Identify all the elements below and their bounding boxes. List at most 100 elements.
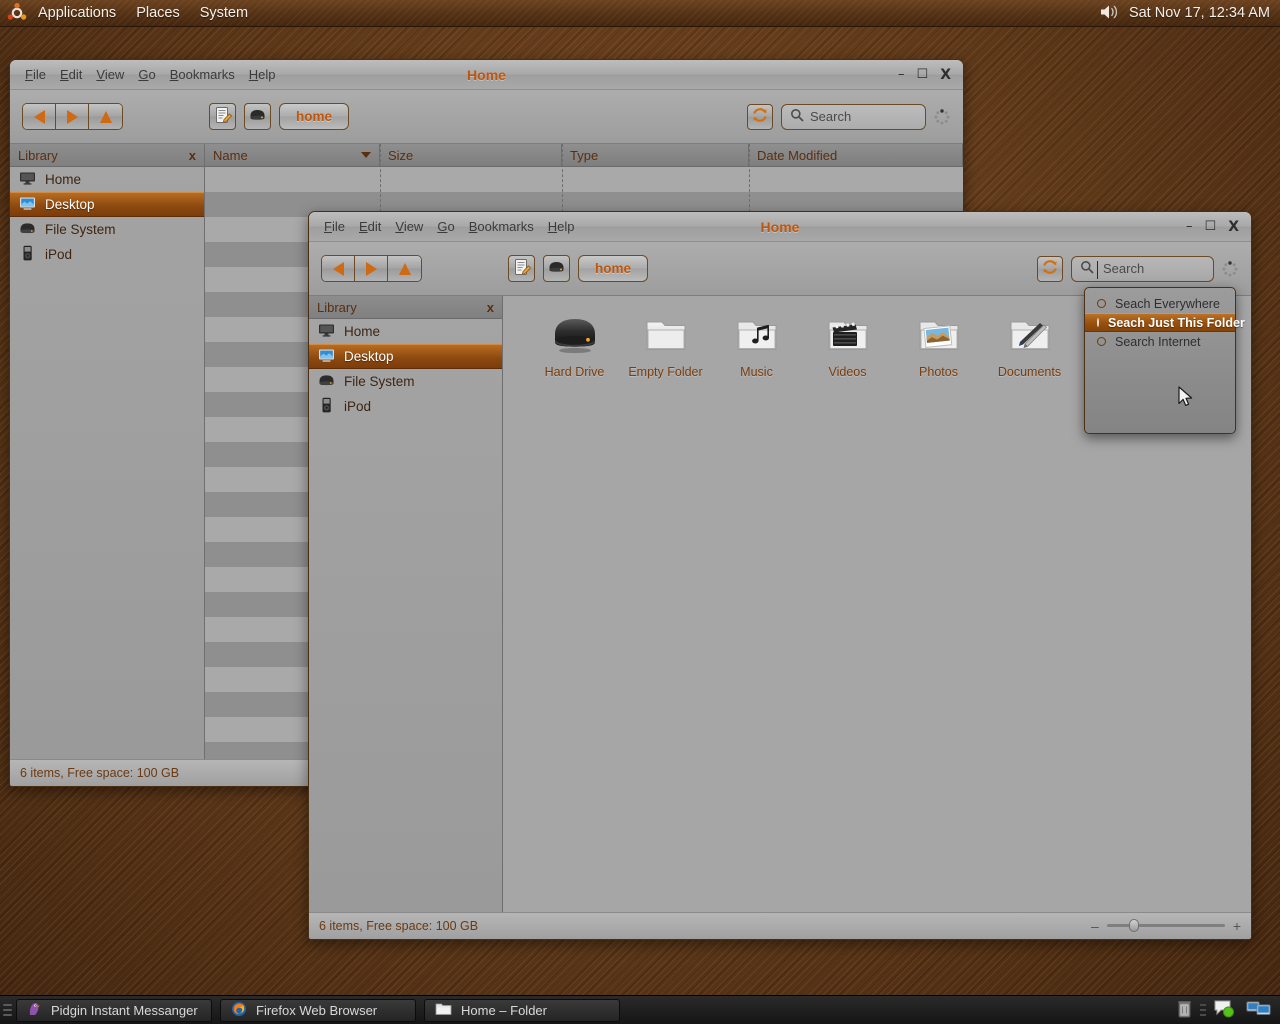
slider-track[interactable] (1106, 919, 1225, 932)
menubar-back[interactable]: File Edit View Go Bookmarks Help (10, 65, 281, 84)
sidebar-item-label: File System (344, 374, 415, 389)
back-button[interactable] (23, 104, 56, 129)
sidebar-close-icon[interactable]: x (189, 148, 196, 163)
taskbar-item-label: Home – Folder (461, 1002, 547, 1018)
taskbar-item-firefox[interactable]: Firefox Web Browser (220, 998, 416, 1022)
zoom-slider[interactable]: – + (1091, 918, 1241, 934)
menu-help[interactable]: Help (542, 217, 581, 236)
menu-go[interactable]: Go (132, 65, 161, 84)
trash-icon[interactable] (1176, 999, 1193, 1021)
slider-knob[interactable] (1128, 919, 1139, 932)
icon-label: Photos (919, 365, 958, 379)
titlebar-front[interactable]: File Edit View Go Bookmarks Help Home – … (309, 212, 1251, 242)
menu-file[interactable]: File (318, 217, 351, 236)
back-button[interactable] (322, 256, 355, 281)
menu-option-search-everywhere[interactable]: Seach Everywhere (1085, 294, 1235, 313)
sidebar-item-home[interactable]: Home (309, 319, 502, 344)
search-icon (1080, 260, 1094, 277)
ubuntu-logo-icon[interactable] (6, 2, 28, 24)
toolbar-back: home Search (10, 90, 963, 144)
folder-videos-icon (824, 314, 872, 359)
folder-icon (435, 1002, 452, 1019)
minimize-button[interactable]: – (898, 68, 905, 81)
minimize-button[interactable]: – (1186, 220, 1193, 233)
drive-button[interactable] (543, 255, 570, 282)
panel-menu-system[interactable]: System (190, 3, 258, 24)
taskbar-item-pidgin[interactable]: Pidgin Instant Messanger (16, 998, 212, 1022)
desktop-icon-photos[interactable]: Photos (893, 314, 984, 379)
breadcrumb-home[interactable]: home (279, 103, 350, 130)
close-button[interactable]: X (940, 68, 951, 82)
workspace-switcher-icon[interactable] (1246, 999, 1272, 1021)
menu-go[interactable]: Go (431, 217, 460, 236)
desktop-icon-documents[interactable]: Documents (984, 314, 1075, 379)
titlebar-back[interactable]: File Edit View Go Bookmarks Help Home – … (10, 60, 963, 90)
column-header-date-modified[interactable]: Date Modified (749, 144, 963, 166)
sidebar-item-file-system[interactable]: File System (10, 217, 204, 242)
search-input[interactable]: Search (781, 103, 926, 130)
menu-file[interactable]: File (19, 65, 52, 84)
column-header-type[interactable]: Type (562, 144, 749, 166)
menubar-front[interactable]: File Edit View Go Bookmarks Help (309, 217, 580, 236)
zoom-in-button[interactable]: + (1233, 918, 1241, 934)
taskbar-grip[interactable] (3, 1001, 12, 1019)
sidebar-item-label: Home (45, 172, 82, 187)
arrow-right-icon (365, 261, 377, 276)
forward-button[interactable] (355, 256, 388, 281)
hard-drive-icon (249, 108, 267, 125)
system-tray (1176, 999, 1280, 1021)
drive-button[interactable] (244, 103, 271, 130)
table-row[interactable] (205, 167, 963, 192)
sidebar-item-file-system[interactable]: File System (309, 369, 502, 394)
maximize-button[interactable]: ☐ (1205, 220, 1217, 233)
statusbar-front: 6 items, Free space: 100 GB – + (309, 912, 1251, 938)
edit-location-button[interactable] (508, 255, 535, 282)
maximize-button[interactable]: ☐ (917, 68, 929, 81)
sort-descending-icon (361, 152, 371, 158)
sidebar-item-desktop[interactable]: Desktop (309, 344, 502, 369)
menu-view[interactable]: View (90, 65, 130, 84)
menu-bookmarks[interactable]: Bookmarks (164, 65, 241, 84)
up-button[interactable] (89, 104, 122, 129)
column-header-name[interactable]: Name (205, 144, 380, 166)
sidebar-item-label: File System (45, 222, 116, 237)
zoom-out-button[interactable]: – (1091, 918, 1099, 934)
search-scope-menu[interactable]: Seach Everywhere Seach Just This Folder … (1084, 287, 1245, 434)
desktop-icon-hard-drive[interactable]: Hard Drive (529, 314, 620, 379)
chat-bubble-icon[interactable] (1213, 999, 1239, 1021)
edit-location-button[interactable] (209, 103, 236, 130)
menu-edit[interactable]: Edit (353, 217, 387, 236)
sidebar-item-ipod[interactable]: iPod (10, 242, 204, 267)
sidebar-item-desktop[interactable]: Desktop (10, 192, 204, 217)
taskbar-item-home-folder[interactable]: Home – Folder (424, 998, 620, 1022)
volume-icon[interactable] (1099, 3, 1121, 24)
sidebar-front: Library x Home Desktop File System iPod (309, 296, 503, 912)
monitor-icon (318, 323, 335, 341)
menu-view[interactable]: View (389, 217, 429, 236)
desktop-icon-empty-folder[interactable]: Empty Folder (620, 314, 711, 379)
breadcrumb-home[interactable]: home (578, 255, 649, 282)
column-header-size[interactable]: Size (380, 144, 562, 166)
reload-button[interactable] (747, 103, 773, 130)
menu-help[interactable]: Help (243, 65, 282, 84)
menu-option-search-internet[interactable]: Search Internet (1085, 332, 1235, 351)
close-button[interactable]: X (1228, 220, 1239, 234)
clock[interactable]: Sat Nov 17, 12:34 AM (1129, 5, 1270, 21)
menu-edit[interactable]: Edit (54, 65, 88, 84)
search-input[interactable]: Search (1071, 255, 1214, 282)
sidebar-item-ipod[interactable]: iPod (309, 394, 502, 419)
text-caret (1097, 260, 1098, 279)
sidebar-close-icon[interactable]: x (487, 300, 494, 315)
menu-option-search-just-this-folder[interactable]: Seach Just This Folder (1085, 313, 1245, 332)
desktop-icon-music[interactable]: Music (711, 314, 802, 379)
desktop-icon-videos[interactable]: Videos (802, 314, 893, 379)
panel-menu-applications[interactable]: Applications (28, 3, 126, 24)
reload-button[interactable] (1037, 255, 1063, 282)
menu-bookmarks[interactable]: Bookmarks (463, 217, 540, 236)
top-panel: Applications Places System Sat Nov 17, 1… (0, 0, 1280, 27)
sidebar-item-home[interactable]: Home (10, 167, 204, 192)
forward-button[interactable] (56, 104, 89, 129)
up-button[interactable] (388, 256, 421, 281)
panel-menu-places[interactable]: Places (126, 3, 190, 24)
radio-icon-selected (1097, 318, 1099, 327)
